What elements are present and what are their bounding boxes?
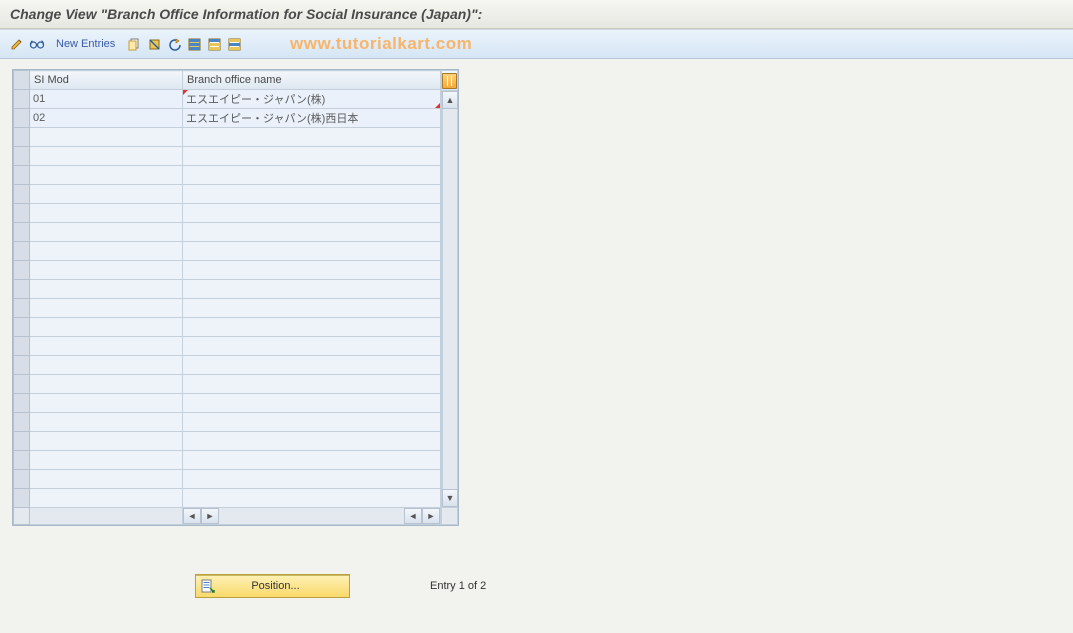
row-selector[interactable] (14, 147, 30, 166)
scroll-up-icon[interactable]: ▲ (442, 91, 458, 109)
column-header-si-mod[interactable]: SI Mod (30, 71, 183, 90)
undo-icon[interactable] (165, 35, 183, 53)
data-table: SI Mod Branch office name 01エスエイピー・ジャパン(… (12, 69, 459, 526)
column-header-branch-name[interactable]: Branch office name (183, 71, 441, 90)
scroll-right-icon[interactable]: ► (201, 508, 219, 524)
page-title: Change View "Branch Office Information f… (0, 0, 1073, 29)
cell-branch-name[interactable]: エスエイピー・ジャパン(株)西日本 (183, 109, 441, 128)
scroll-left-end-icon[interactable]: ◄ (404, 508, 422, 524)
cell-branch-name[interactable] (183, 451, 441, 470)
position-icon (200, 578, 216, 594)
select-block-icon[interactable] (205, 35, 223, 53)
row-selector[interactable] (14, 280, 30, 299)
cell-si-mod[interactable] (30, 185, 183, 204)
cell-si-mod[interactable] (30, 394, 183, 413)
row-selector[interactable] (14, 166, 30, 185)
cell-branch-name[interactable] (183, 147, 441, 166)
row-selector[interactable] (14, 242, 30, 261)
cell-si-mod[interactable] (30, 413, 183, 432)
position-button[interactable]: Position... (195, 574, 350, 598)
row-selector[interactable] (14, 413, 30, 432)
cell-branch-name[interactable] (183, 394, 441, 413)
cell-si-mod[interactable] (30, 204, 183, 223)
row-selector[interactable] (14, 470, 30, 489)
new-entries-button[interactable]: New Entries (48, 38, 123, 50)
row-selector[interactable] (14, 318, 30, 337)
cell-si-mod[interactable]: 02 (30, 109, 183, 128)
cell-branch-name[interactable] (183, 223, 441, 242)
select-all-icon[interactable] (185, 35, 203, 53)
cell-si-mod[interactable] (30, 356, 183, 375)
cell-branch-name[interactable] (183, 489, 441, 508)
cell-branch-name[interactable] (183, 432, 441, 451)
row-selector[interactable] (14, 451, 30, 470)
cell-si-mod[interactable] (30, 223, 183, 242)
cell-branch-name[interactable] (183, 318, 441, 337)
cell-si-mod[interactable] (30, 280, 183, 299)
position-button-label: Position... (220, 580, 349, 592)
row-selector[interactable] (14, 432, 30, 451)
cell-si-mod[interactable] (30, 242, 183, 261)
cell-si-mod[interactable] (30, 470, 183, 489)
row-selector[interactable] (14, 394, 30, 413)
scroll-left-icon[interactable]: ◄ (183, 508, 201, 524)
cell-branch-name[interactable] (183, 128, 441, 147)
cell-branch-name[interactable] (183, 375, 441, 394)
cell-si-mod[interactable] (30, 299, 183, 318)
cell-si-mod[interactable] (30, 375, 183, 394)
row-selector[interactable] (14, 223, 30, 242)
cell-si-mod[interactable] (30, 166, 183, 185)
deselect-all-icon[interactable] (225, 35, 243, 53)
cell-si-mod[interactable] (30, 337, 183, 356)
glasses-icon[interactable] (28, 35, 46, 53)
row-selector[interactable] (14, 375, 30, 394)
row-selector[interactable] (14, 90, 30, 109)
vertical-scrollbar[interactable]: ▲ ▼ (441, 70, 458, 525)
row-selector[interactable] (14, 261, 30, 280)
select-all-rows-header[interactable] (14, 71, 30, 90)
cell-branch-name[interactable] (183, 337, 441, 356)
watermark-text: www.tutorialkart.com (290, 30, 472, 58)
cell-si-mod[interactable] (30, 128, 183, 147)
scroll-down-icon[interactable]: ▼ (442, 489, 458, 507)
configure-columns-icon[interactable] (442, 70, 458, 91)
row-selector[interactable] (14, 204, 30, 223)
horizontal-scrollbar[interactable]: ◄ ► ◄ ► (183, 508, 440, 524)
cell-branch-name[interactable] (183, 261, 441, 280)
row-selector[interactable] (14, 109, 30, 128)
row-selector[interactable] (14, 128, 30, 147)
cell-si-mod[interactable] (30, 147, 183, 166)
cell-si-mod[interactable]: 01 (30, 90, 183, 109)
cell-branch-name[interactable]: エスエイピー・ジャパン(株) (183, 90, 441, 109)
row-selector[interactable] (14, 299, 30, 318)
cell-si-mod[interactable] (30, 489, 183, 508)
row-selector[interactable] (14, 489, 30, 508)
cell-si-mod[interactable] (30, 318, 183, 337)
cell-branch-name[interactable] (183, 204, 441, 223)
cell-si-mod[interactable] (30, 451, 183, 470)
row-selector[interactable] (14, 356, 30, 375)
app-toolbar: New Entries www.tutorialkart.com (0, 29, 1073, 59)
cell-branch-name[interactable] (183, 413, 441, 432)
copy-icon[interactable] (125, 35, 143, 53)
entry-counter: Entry 1 of 2 (430, 580, 486, 592)
cell-si-mod[interactable] (30, 261, 183, 280)
cell-branch-name[interactable] (183, 356, 441, 375)
toggle-edit-icon[interactable] (8, 35, 26, 53)
cell-branch-name[interactable] (183, 185, 441, 204)
cell-branch-name[interactable] (183, 299, 441, 318)
cell-si-mod[interactable] (30, 432, 183, 451)
cell-branch-name[interactable] (183, 166, 441, 185)
row-selector[interactable] (14, 185, 30, 204)
cell-branch-name[interactable] (183, 470, 441, 489)
cell-branch-name[interactable] (183, 280, 441, 299)
scroll-track[interactable] (442, 109, 458, 489)
delete-icon[interactable] (145, 35, 163, 53)
scroll-right-end-icon[interactable]: ► (422, 508, 440, 524)
cell-branch-name[interactable] (183, 242, 441, 261)
row-selector[interactable] (14, 337, 30, 356)
